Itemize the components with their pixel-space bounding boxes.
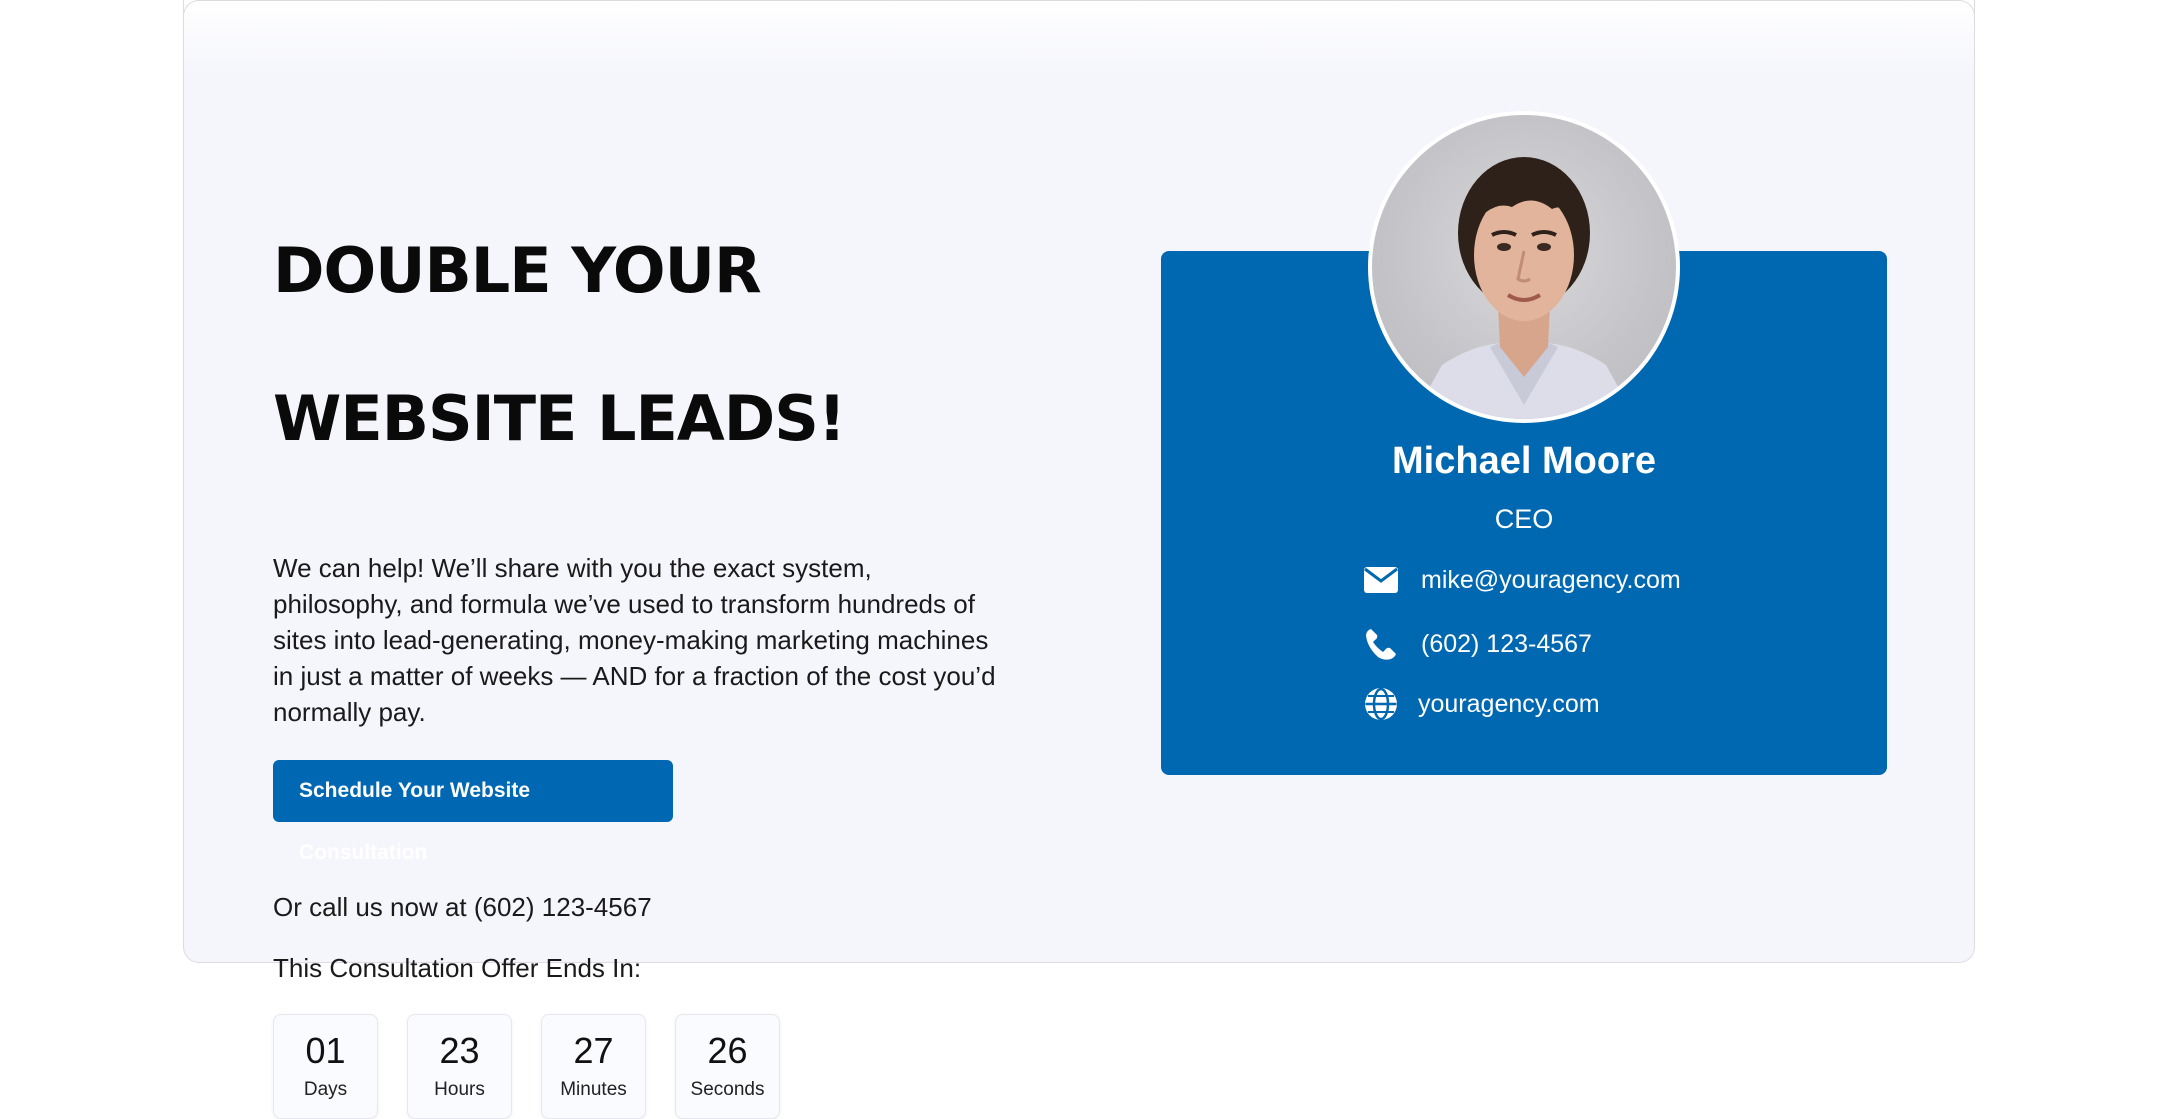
countdown-label: Days bbox=[303, 1079, 348, 1100]
countdown-hours: 23 Hours bbox=[407, 1014, 512, 1119]
call-us-text: Or call us now at (602) 123-4567 bbox=[273, 892, 652, 922]
contact-phone[interactable]: (602) 123-4567 bbox=[1421, 630, 1592, 659]
countdown-minutes: 27 Minutes bbox=[541, 1014, 646, 1119]
countdown-value: 27 bbox=[573, 1030, 614, 1071]
hero-card-top-border bbox=[183, 0, 1975, 16]
profile-role: CEO bbox=[1494, 504, 1554, 534]
headline-line-1: DOUBLE YOUR bbox=[273, 234, 762, 307]
countdown-label: Minutes bbox=[560, 1079, 627, 1100]
countdown-value: 01 bbox=[305, 1030, 346, 1071]
countdown-seconds: 26 Seconds bbox=[675, 1014, 780, 1119]
countdown-value: 26 bbox=[707, 1030, 748, 1071]
headline-line-2: WEBSITE LEADS! bbox=[273, 382, 846, 455]
globe-icon bbox=[1363, 686, 1399, 722]
hero-left-column: DOUBLE YOUR WEBSITE LEADS! We can help! … bbox=[273, 160, 1033, 1119]
countdown-label: Hours bbox=[434, 1079, 485, 1100]
envelope-icon bbox=[1363, 562, 1399, 598]
countdown-days: 01 Days bbox=[273, 1014, 378, 1119]
contact-email-row[interactable]: mike@youragency.com bbox=[1363, 562, 1681, 598]
contact-website-row[interactable]: youragency.com bbox=[1363, 686, 1600, 722]
headline: DOUBLE YOUR WEBSITE LEADS! bbox=[273, 160, 1033, 530]
countdown-label: Seconds bbox=[690, 1079, 765, 1100]
offer-ends-text: This Consultation Offer Ends In: bbox=[273, 953, 642, 983]
schedule-consultation-button[interactable]: Schedule Your Website Consultation bbox=[273, 760, 673, 864]
countdown-timer: 01 Days 23 Hours 27 Minutes 26 Seconds bbox=[273, 1014, 1033, 1119]
contact-website[interactable]: youragency.com bbox=[1418, 690, 1600, 719]
intro-paragraph: We can help! We’ll share with you the ex… bbox=[273, 553, 996, 727]
phone-icon bbox=[1363, 626, 1399, 662]
countdown-value: 23 bbox=[439, 1030, 480, 1071]
avatar bbox=[1368, 111, 1680, 423]
profile-name: Michael Moore bbox=[1392, 440, 1656, 482]
person-portrait-icon bbox=[1412, 157, 1636, 419]
contact-phone-row[interactable]: (602) 123-4567 bbox=[1363, 626, 1592, 662]
contact-email[interactable]: mike@youragency.com bbox=[1421, 566, 1681, 595]
